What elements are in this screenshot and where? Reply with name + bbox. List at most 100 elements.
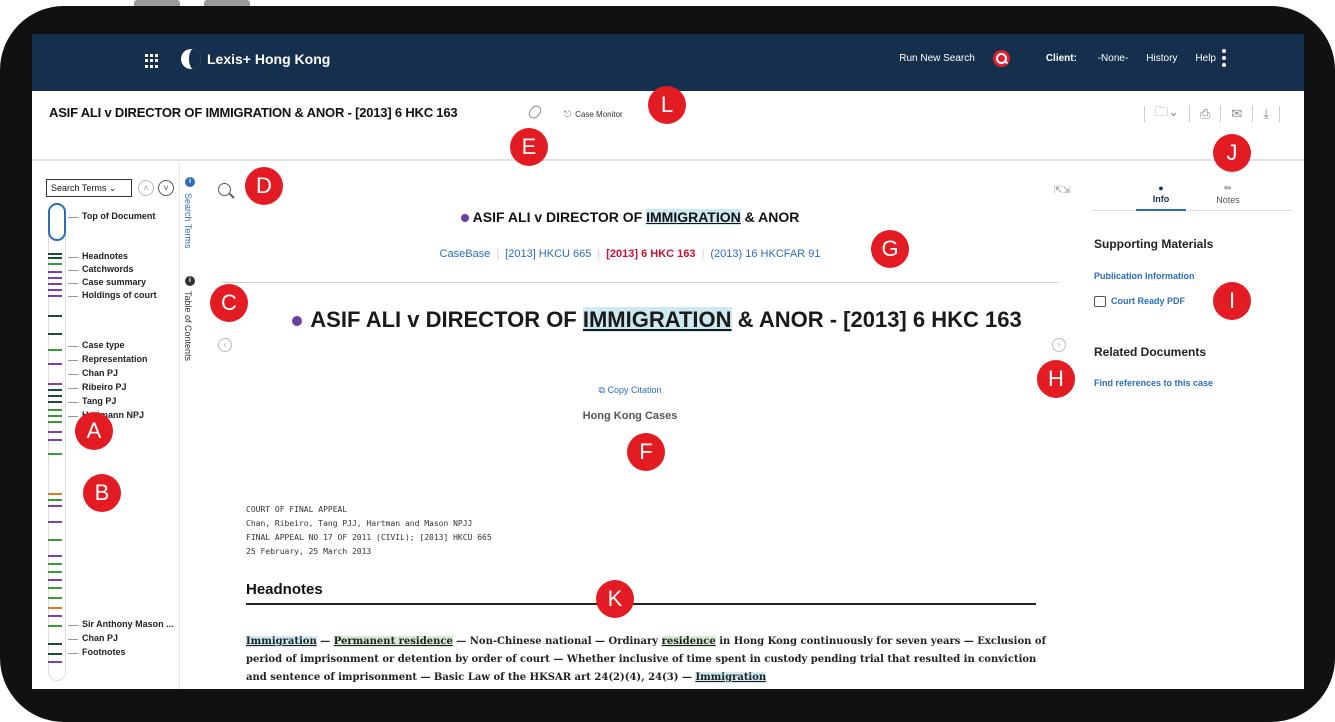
term-hit-mark[interactable] xyxy=(48,539,62,541)
download-icon[interactable]: ⤓ xyxy=(1263,106,1269,122)
term-hit-mark[interactable] xyxy=(48,571,62,573)
term-hit-mark[interactable] xyxy=(48,555,62,557)
history-link[interactable]: History xyxy=(1146,53,1177,64)
term-hit-mark[interactable] xyxy=(48,607,62,609)
term-hit-mark[interactable] xyxy=(48,295,62,297)
citation-link[interactable]: [2013] HKCU 665 xyxy=(505,248,591,260)
toolbar-divider xyxy=(1279,106,1280,122)
citation-link[interactable]: CaseBase xyxy=(440,248,491,260)
term-hit-mark[interactable] xyxy=(48,289,62,291)
more-options-icon[interactable] xyxy=(1222,49,1226,67)
search-term-highlight[interactable]: IMMIGRATION xyxy=(582,307,732,332)
section-heading: Headnotes xyxy=(246,581,323,598)
term-hit-mark[interactable] xyxy=(48,431,62,433)
tab-notes[interactable]: ✏ Notes xyxy=(1203,183,1253,205)
print-icon[interactable]: ⎙ xyxy=(1200,106,1210,122)
client-label: Client: xyxy=(1045,53,1077,64)
case-monitor-button[interactable]: ⎋ Case Monitor xyxy=(564,109,623,120)
term-hit-mark[interactable] xyxy=(48,587,62,589)
term-hit-mark[interactable] xyxy=(48,415,62,417)
callout-marker: B xyxy=(83,474,121,512)
tab-info[interactable]: ● Info xyxy=(1136,183,1186,211)
term-hit-mark[interactable] xyxy=(48,395,62,397)
attachment-icon[interactable] xyxy=(526,103,544,121)
lexis-logo[interactable]: Lexis+ Hong Kong xyxy=(181,49,330,69)
term-hit-mark[interactable] xyxy=(48,505,62,507)
term-hit-mark[interactable] xyxy=(48,263,62,265)
toc-item[interactable]: Chan PJ xyxy=(67,633,118,643)
expand-fullscreen-icon[interactable]: ⇱⇲ xyxy=(1054,185,1071,196)
term-hit-mark[interactable] xyxy=(48,493,62,495)
term-hit-mark[interactable] xyxy=(48,625,62,627)
term-hit-mark[interactable] xyxy=(48,643,62,645)
toc-item[interactable]: Chan PJ xyxy=(67,368,118,378)
toc-item[interactable]: Top of Document xyxy=(67,211,155,221)
term-hit-mark[interactable] xyxy=(48,315,62,317)
toc-item[interactable]: Catchwords xyxy=(68,264,134,274)
tab-search-terms[interactable]: Search Terms xyxy=(183,193,193,248)
find-references-link[interactable]: Find references to this case xyxy=(1094,378,1213,388)
callout-marker: K xyxy=(596,580,634,618)
client-selector[interactable]: Client: -None- xyxy=(1028,53,1128,64)
term-hit-mark[interactable] xyxy=(48,521,62,523)
term-hit-mark[interactable] xyxy=(48,579,62,581)
report-type: Hong Kong Cases xyxy=(582,410,678,422)
email-icon[interactable]: ✉ xyxy=(1231,106,1242,122)
term-hit-mark[interactable] xyxy=(48,401,62,403)
toc-item[interactable]: Tang PJ xyxy=(67,396,116,406)
citation-link[interactable]: (2013) 16 HKCFAR 91 xyxy=(710,248,820,260)
term-hit-map-scroll-thumb[interactable] xyxy=(48,203,66,241)
search-term-highlight[interactable]: Immigration xyxy=(695,672,767,683)
search-term-highlight[interactable]: Immigration xyxy=(246,636,317,647)
header-divider xyxy=(222,282,1058,283)
term-hit-mark[interactable] xyxy=(48,383,62,385)
help-link[interactable]: Help xyxy=(1195,53,1216,64)
term-hit-mark[interactable] xyxy=(48,597,62,599)
publication-information-link[interactable]: Publication Information xyxy=(1094,271,1195,281)
term-hit-mark[interactable] xyxy=(48,439,62,441)
search-within-document-icon[interactable] xyxy=(218,183,231,196)
next-document-icon[interactable]: › xyxy=(1052,338,1066,352)
toc-item[interactable]: Footnotes xyxy=(68,647,126,657)
term-hit-mark[interactable] xyxy=(48,499,62,501)
term-hit-mark[interactable] xyxy=(48,563,62,565)
toc-item[interactable]: Case type xyxy=(68,340,125,350)
toc-item[interactable]: Ribeiro PJ xyxy=(68,382,127,392)
run-new-search-button[interactable]: Run New Search xyxy=(881,50,1010,67)
term-hit-mark[interactable] xyxy=(48,661,62,663)
term-hit-mark[interactable] xyxy=(48,363,62,365)
term-hit-mark[interactable] xyxy=(48,389,62,391)
folder-icon[interactable]: 🗀⌄ xyxy=(1155,103,1179,125)
toc-item[interactable]: Holdings of court xyxy=(68,290,157,300)
term-hit-map[interactable] xyxy=(48,203,66,681)
search-term-highlight[interactable]: IMMIGRATION xyxy=(646,209,741,225)
term-hit-mark[interactable] xyxy=(48,277,62,279)
court-ready-pdf-link[interactable]: Court Ready PDF xyxy=(1094,296,1185,308)
term-hit-mark[interactable] xyxy=(48,653,62,655)
toc-item[interactable]: Representation xyxy=(68,354,148,364)
term-hit-mark[interactable] xyxy=(48,257,62,259)
term-hit-mark[interactable] xyxy=(48,271,62,273)
term-hit-mark[interactable] xyxy=(48,283,62,285)
next-term-icon[interactable]: ˅ xyxy=(158,180,174,196)
toc-item[interactable]: Case summary xyxy=(67,277,146,287)
term-hit-mark[interactable] xyxy=(48,333,62,335)
toc-item[interactable]: Headnotes xyxy=(67,251,128,261)
term-hit-mark[interactable] xyxy=(48,253,62,255)
search-term-highlight[interactable]: Permanent residence xyxy=(333,636,453,647)
search-term-highlight[interactable]: residence xyxy=(661,636,716,647)
copy-citation-button[interactable]: ⧉ Copy Citation xyxy=(202,385,1058,396)
toolbar-divider xyxy=(1144,106,1146,122)
term-hit-mark[interactable] xyxy=(48,421,62,423)
previous-term-icon[interactable]: ˄ xyxy=(138,180,154,196)
tab-table-of-contents[interactable]: Table of Contents xyxy=(183,291,193,361)
toolbar-divider xyxy=(1220,106,1222,122)
term-hit-mark[interactable] xyxy=(48,349,62,351)
term-hit-mark[interactable] xyxy=(48,453,62,455)
previous-document-icon[interactable]: ‹ xyxy=(218,338,232,352)
term-hit-mark[interactable] xyxy=(48,615,62,617)
search-terms-dropdown[interactable]: Search Terms ⌄ xyxy=(46,179,132,197)
apps-grid-icon[interactable] xyxy=(145,54,159,68)
term-hit-mark[interactable] xyxy=(48,409,62,411)
toc-item[interactable]: Sir Anthony Mason ... xyxy=(68,619,174,629)
